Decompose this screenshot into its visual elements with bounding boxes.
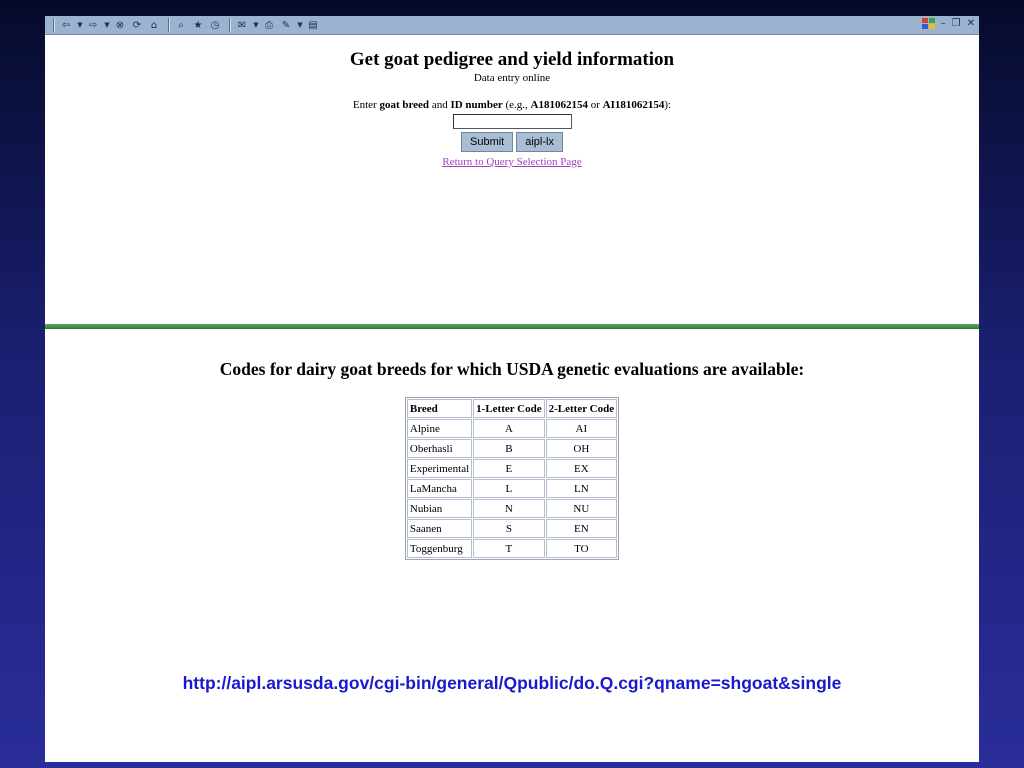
history-icon[interactable]: ◷ bbox=[208, 18, 222, 32]
two-letter-cell: LN bbox=[545, 479, 618, 498]
forward-icon[interactable]: ⇨ bbox=[86, 18, 100, 32]
breed-cell: Saanen bbox=[406, 519, 473, 538]
table-row: Toggenburg T TO bbox=[406, 539, 618, 558]
submit-button[interactable]: Submit bbox=[461, 132, 514, 152]
two-letter-cell: TO bbox=[545, 539, 618, 558]
table-row: Experimental E EX bbox=[406, 459, 618, 478]
stop-icon[interactable]: ⊗ bbox=[113, 18, 127, 32]
page-title: Get goat pedigree and yield information bbox=[349, 49, 675, 70]
example-id-2: AI181062154 bbox=[602, 99, 665, 111]
home-icon[interactable]: ⌂ bbox=[147, 18, 161, 32]
edit-icon[interactable]: ✎ bbox=[279, 18, 293, 32]
header-1-letter-code: 1-Letter Code bbox=[473, 399, 545, 418]
return-to-query-link[interactable]: Return to Query Selection Page bbox=[442, 156, 581, 168]
back-icon[interactable]: ⇦ bbox=[59, 18, 73, 32]
one-letter-cell: S bbox=[473, 519, 545, 538]
mail-icon[interactable]: ✉ bbox=[235, 18, 249, 32]
minimize-icon[interactable]: – bbox=[941, 18, 946, 29]
aipl-lx-button[interactable]: aipl-lx bbox=[516, 132, 563, 152]
table-row: Alpine A AI bbox=[406, 419, 618, 438]
example-id-1: A181062154 bbox=[530, 99, 588, 111]
table-header-row: Breed 1-Letter Code 2-Letter Code bbox=[406, 399, 618, 418]
query-form-frame: Get goat pedigree and yield information … bbox=[45, 36, 979, 324]
browser-toolbar: ⇦ ▼ ⇨ ▼ ⊗ ⟳ ⌂ ⌕ ★ ◷ ✉ ▼ ⎙ ✎ ▼ ▤ – ❐ ✕ bbox=[45, 16, 979, 35]
prompt-breed: goat breed bbox=[379, 99, 430, 111]
restore-icon[interactable]: ❐ bbox=[952, 18, 961, 29]
one-letter-cell: N bbox=[473, 499, 545, 518]
favorites-icon[interactable]: ★ bbox=[191, 18, 205, 32]
page-subtitle: Data entry online bbox=[473, 72, 551, 84]
header-breed: Breed bbox=[406, 399, 473, 418]
one-letter-cell: B bbox=[473, 439, 545, 458]
breed-cell: LaMancha bbox=[406, 479, 473, 498]
two-letter-cell: EX bbox=[545, 459, 618, 478]
two-letter-cell: EN bbox=[545, 519, 618, 538]
one-letter-cell: T bbox=[473, 539, 545, 558]
entry-prompt: Enter goat breed and ID number (e.g., A1… bbox=[45, 99, 979, 111]
prompt-text: ): bbox=[664, 99, 672, 111]
table-row: Nubian N NU bbox=[406, 499, 618, 518]
goat-id-input[interactable] bbox=[452, 113, 572, 129]
prompt-id: ID number bbox=[450, 99, 503, 111]
table-row: Oberhasli B OH bbox=[406, 439, 618, 458]
prompt-text: and bbox=[429, 99, 451, 111]
window-controls: – ❐ ✕ bbox=[921, 18, 975, 29]
two-letter-cell: AI bbox=[545, 419, 618, 438]
breed-cell: Alpine bbox=[406, 419, 473, 438]
breed-cell: Oberhasli bbox=[406, 439, 473, 458]
toolbar-separator bbox=[53, 18, 55, 32]
print-icon[interactable]: ⎙ bbox=[262, 18, 276, 32]
breed-cell: Toggenburg bbox=[406, 539, 473, 558]
breed-codes-table: Breed 1-Letter Code 2-Letter Code Alpine… bbox=[404, 397, 620, 560]
two-letter-cell: NU bbox=[545, 499, 618, 518]
toolbar-separator bbox=[168, 18, 170, 32]
close-icon[interactable]: ✕ bbox=[967, 18, 975, 29]
windows-logo-icon bbox=[921, 18, 935, 29]
source-url: http://aipl.arsusda.gov/cgi-bin/general/… bbox=[182, 673, 842, 693]
codes-title: Codes for dairy goat breeds for which US… bbox=[219, 359, 805, 379]
two-letter-cell: OH bbox=[545, 439, 618, 458]
mail-dropdown-icon[interactable]: ▼ bbox=[252, 18, 260, 32]
one-letter-cell: A bbox=[473, 419, 545, 438]
table-row: LaMancha L LN bbox=[406, 479, 618, 498]
search-icon[interactable]: ⌕ bbox=[174, 18, 188, 32]
browser-window: ⇦ ▼ ⇨ ▼ ⊗ ⟳ ⌂ ⌕ ★ ◷ ✉ ▼ ⎙ ✎ ▼ ▤ – ❐ ✕ Ge… bbox=[45, 16, 979, 762]
breed-cell: Experimental bbox=[406, 459, 473, 478]
form-buttons: Submit aipl-lx bbox=[45, 132, 979, 152]
refresh-icon[interactable]: ⟳ bbox=[130, 18, 144, 32]
forward-dropdown-icon[interactable]: ▼ bbox=[103, 18, 111, 32]
back-dropdown-icon[interactable]: ▼ bbox=[76, 18, 84, 32]
discuss-icon[interactable]: ▤ bbox=[306, 18, 320, 32]
one-letter-cell: E bbox=[473, 459, 545, 478]
prompt-text: Enter bbox=[352, 99, 380, 111]
prompt-text: (e.g., bbox=[502, 99, 531, 111]
breed-codes-frame: Codes for dairy goat breeds for which US… bbox=[45, 329, 979, 762]
header-2-letter-code: 2-Letter Code bbox=[545, 399, 618, 418]
one-letter-cell: L bbox=[473, 479, 545, 498]
table-row: Saanen S EN bbox=[406, 519, 618, 538]
toolbar-separator bbox=[229, 18, 231, 32]
breed-cell: Nubian bbox=[406, 499, 473, 518]
edit-dropdown-icon[interactable]: ▼ bbox=[296, 18, 304, 32]
prompt-text: or bbox=[587, 99, 603, 111]
